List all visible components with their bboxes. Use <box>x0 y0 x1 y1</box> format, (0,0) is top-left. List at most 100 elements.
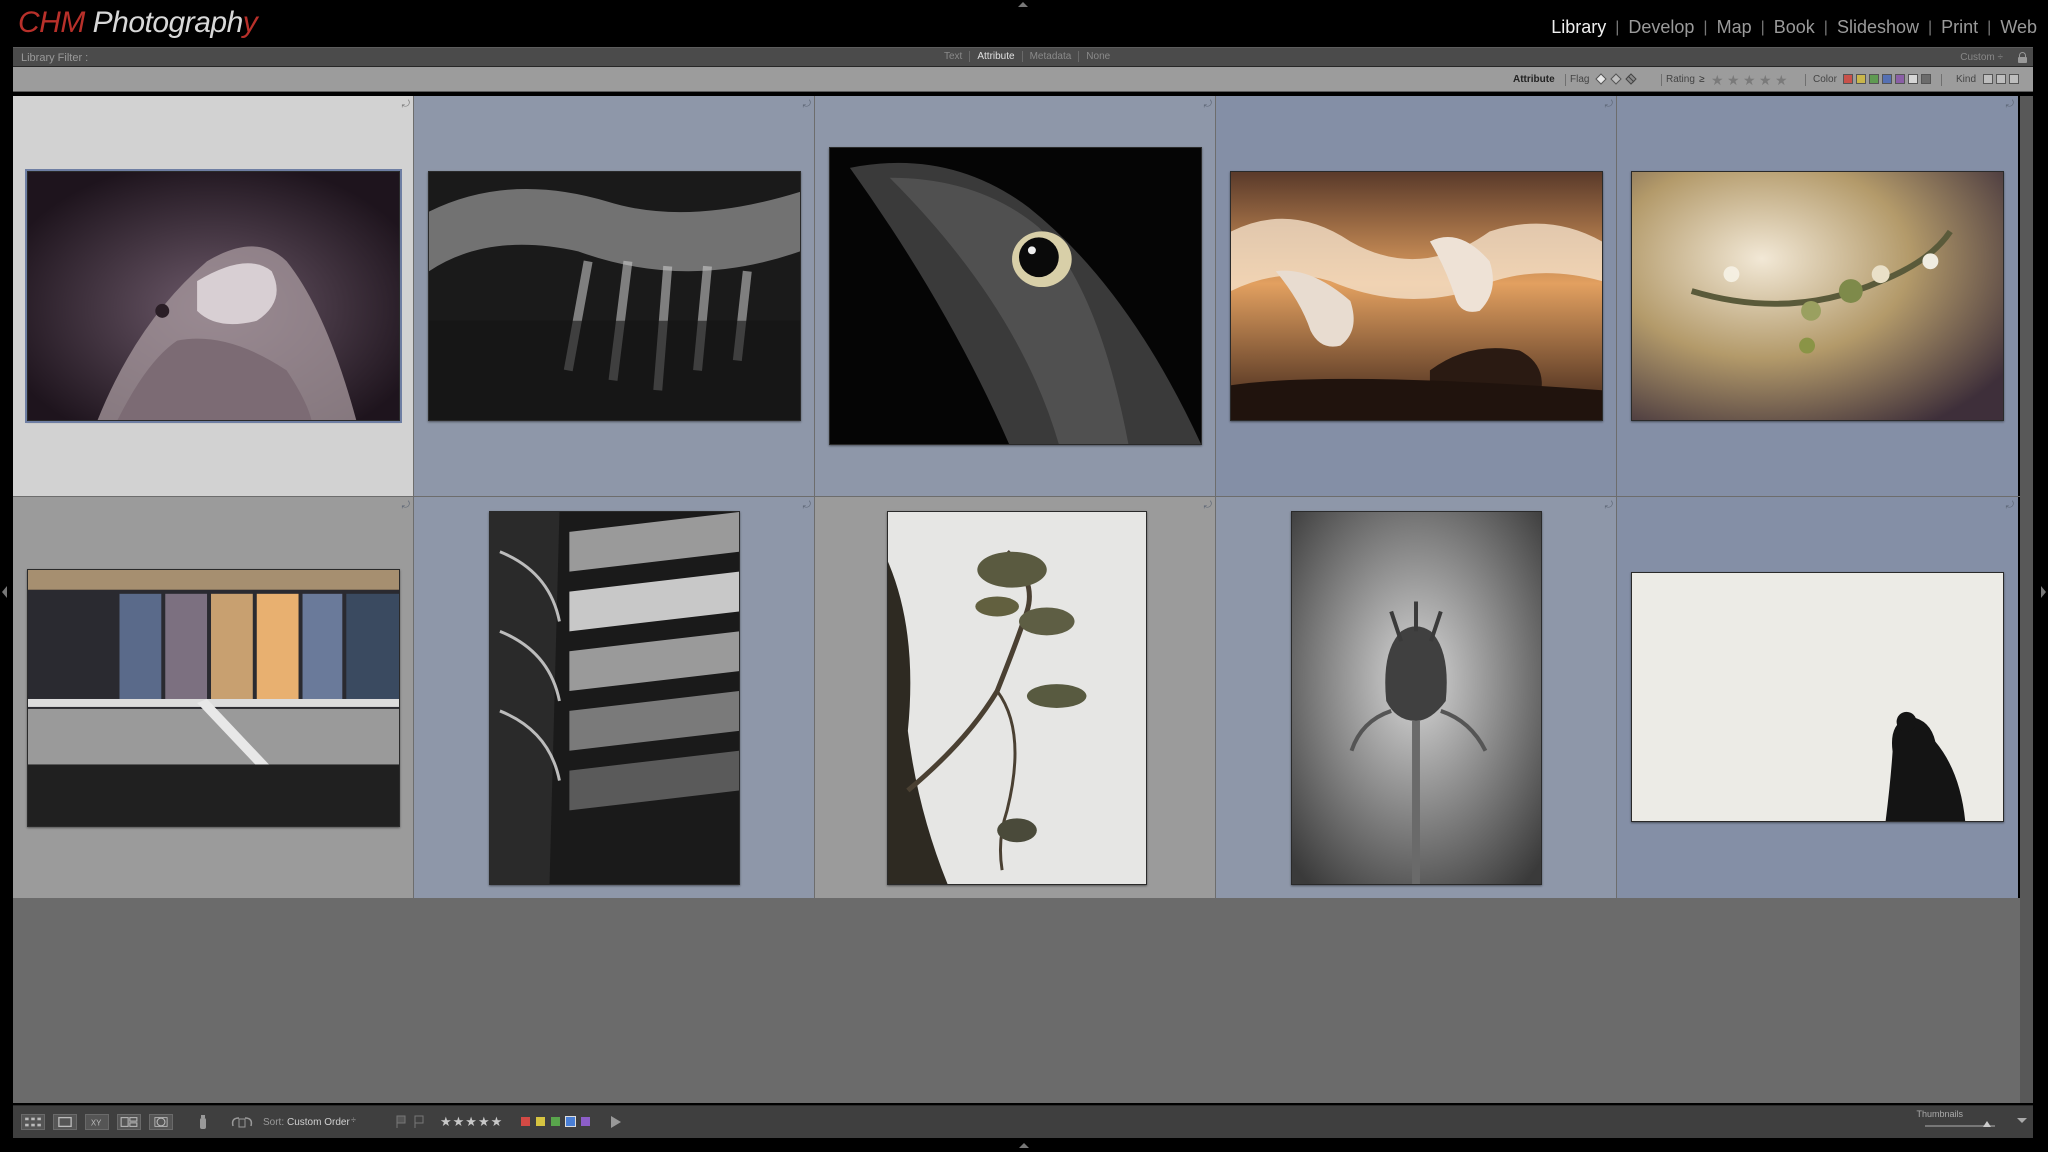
flag-pick-icon[interactable] <box>395 1115 407 1129</box>
painter-spray-icon[interactable] <box>197 1114 209 1130</box>
thumbnails-label: Thumbnails <box>1916 1109 1963 1119</box>
rating-star-icon[interactable]: ★ <box>1727 72 1740 89</box>
expand-right-panel-icon[interactable] <box>2041 586 2046 598</box>
separator <box>1805 74 1806 86</box>
rating-star-icon[interactable]: ★ <box>1711 72 1724 89</box>
color-label-other[interactable] <box>1908 74 1918 84</box>
grid-cell-2[interactable]: ⤾ <box>414 96 815 497</box>
flag-reject-icon[interactable] <box>413 1115 425 1129</box>
grid-cell-1[interactable]: ⤾ <box>13 96 414 497</box>
photo-thumbnail-3[interactable] <box>829 147 1202 445</box>
photo-thumbnail-5[interactable] <box>1631 171 2004 421</box>
rating-star-icon[interactable]: ★ <box>1775 72 1788 89</box>
photo-thumbnail-8[interactable] <box>887 511 1147 885</box>
rotate-photo-icon[interactable] <box>229 1114 255 1130</box>
grid-scrollbar[interactable] <box>2020 96 2033 1103</box>
identity-part-1: CHM <box>18 6 85 39</box>
flag-unflagged-icon[interactable] <box>1610 73 1622 86</box>
kind-virtual-copy-icon[interactable] <box>1996 74 2006 84</box>
rating-star-icon[interactable]: ★ <box>1743 72 1756 89</box>
color-label-blue[interactable] <box>565 1116 576 1127</box>
compare-view-icon[interactable]: XY <box>85 1114 109 1130</box>
flag-pick-icon[interactable] <box>1595 73 1607 86</box>
module-develop[interactable]: Develop <box>1619 17 1703 38</box>
rotate-icon[interactable]: ⤾ <box>402 99 410 110</box>
flag-rejected-icon[interactable] <box>1625 73 1637 86</box>
loupe-view-icon[interactable] <box>53 1114 77 1130</box>
expand-left-panel-icon[interactable] <box>2 586 7 598</box>
color-label-none[interactable] <box>1921 74 1931 84</box>
grid-divider <box>1215 96 1216 898</box>
color-label: Color <box>1813 74 1837 85</box>
grid-cell-10[interactable]: ⤾ <box>1617 497 2018 898</box>
grid-divider <box>814 96 815 898</box>
grid-divider <box>413 96 414 898</box>
kind-master-icon[interactable] <box>1983 74 1993 84</box>
grid-cell-7[interactable]: ⤾ <box>414 497 815 898</box>
collapse-top-panel-icon[interactable] <box>1018 2 1028 7</box>
library-toolbar: XY Sort: Custom Order ÷ ★★★★★ Thumbnails <box>13 1105 2033 1138</box>
color-label-red[interactable] <box>1843 74 1853 84</box>
rotate-icon[interactable]: ⤾ <box>402 500 410 511</box>
color-label-yellow[interactable] <box>536 1117 545 1126</box>
kind-video-icon[interactable] <box>2009 74 2019 84</box>
grid-cell-8[interactable]: ⤾ <box>815 497 1216 898</box>
filter-tab-text[interactable]: Text <box>937 51 969 62</box>
rotate-icon[interactable]: ⤾ <box>1204 99 1212 110</box>
sort-caret-icon[interactable]: ÷ <box>351 1115 356 1125</box>
rotate-icon[interactable]: ⤾ <box>1204 500 1212 511</box>
people-view-icon[interactable] <box>149 1114 173 1130</box>
sort-order-dropdown[interactable]: Custom Order <box>287 1117 350 1128</box>
color-label-purple[interactable] <box>581 1117 590 1126</box>
grid-divider <box>1616 96 1617 898</box>
color-label-yellow[interactable] <box>1856 74 1866 84</box>
rotate-icon[interactable]: ⤾ <box>803 500 811 511</box>
grid-cell-3[interactable]: ⤾ <box>815 96 1216 497</box>
identity-plate: CHM Photography <box>18 6 258 40</box>
module-slideshow[interactable]: Slideshow <box>1828 17 1928 38</box>
rating-operator[interactable]: ≥ <box>1699 74 1705 85</box>
rotate-icon[interactable]: ⤾ <box>2006 99 2014 110</box>
grid-cell-6[interactable]: ⤾ <box>13 497 414 898</box>
rotate-icon[interactable]: ⤾ <box>803 99 811 110</box>
survey-view-icon[interactable] <box>117 1114 141 1130</box>
module-print[interactable]: Print <box>1932 17 1987 38</box>
expand-filmstrip-icon[interactable] <box>1019 1143 1029 1148</box>
module-library[interactable]: Library <box>1542 17 1615 38</box>
photo-thumbnail-1[interactable] <box>25 169 402 423</box>
color-label-blue[interactable] <box>1882 74 1892 84</box>
photo-thumbnail-4[interactable] <box>1230 171 1603 421</box>
attribute-title: Attribute <box>1513 74 1555 85</box>
filter-tab-none[interactable]: None <box>1079 51 1117 62</box>
rotate-icon[interactable]: ⤾ <box>1605 500 1613 511</box>
rotate-icon[interactable]: ⤾ <box>1605 99 1613 110</box>
color-label-red[interactable] <box>521 1117 530 1126</box>
grid-cell-5[interactable]: ⤾ <box>1617 96 2018 497</box>
photo-thumbnail-10[interactable] <box>1631 572 2004 822</box>
module-book[interactable]: Book <box>1765 17 1824 38</box>
filter-tab-attribute[interactable]: Attribute <box>970 51 1021 62</box>
photo-thumbnail-6[interactable] <box>27 569 400 827</box>
impromptu-slideshow-play-icon[interactable] <box>611 1116 621 1128</box>
grid-cell-4[interactable]: ⤾ <box>1216 96 1617 497</box>
grid-view-icon[interactable] <box>21 1114 45 1130</box>
grid-empty-area[interactable] <box>13 898 2020 1103</box>
rotate-icon[interactable]: ⤾ <box>2006 500 2014 511</box>
color-label-green[interactable] <box>1869 74 1879 84</box>
grid-cell-9[interactable]: ⤾ <box>1216 497 1617 898</box>
color-label-green[interactable] <box>551 1117 560 1126</box>
rating-star-icon[interactable]: ★ <box>1759 72 1772 89</box>
module-web[interactable]: Web <box>1991 17 2046 38</box>
rating-stars[interactable]: ★★★★★ <box>440 1114 503 1130</box>
photo-thumbnail-9[interactable] <box>1291 511 1542 885</box>
lock-icon[interactable] <box>2018 52 2027 63</box>
module-map[interactable]: Map <box>1708 17 1761 38</box>
thumbnail-grid: ⤾ ⤾ ⤾ ⤾ ⤾ ⤾ ⤾ ⤾ ⤾ ⤾ <box>13 96 2020 898</box>
filter-tab-metadata[interactable]: Metadata <box>1023 51 1079 62</box>
color-label-purple[interactable] <box>1895 74 1905 84</box>
photo-thumbnail-2[interactable] <box>428 171 801 421</box>
filter-preset-dropdown[interactable]: Custom ÷ <box>1960 52 2003 63</box>
photo-thumbnail-7[interactable] <box>489 511 740 885</box>
thumbnail-size-knob[interactable] <box>1983 1121 1991 1127</box>
toolbar-menu-icon[interactable] <box>2017 1118 2027 1123</box>
